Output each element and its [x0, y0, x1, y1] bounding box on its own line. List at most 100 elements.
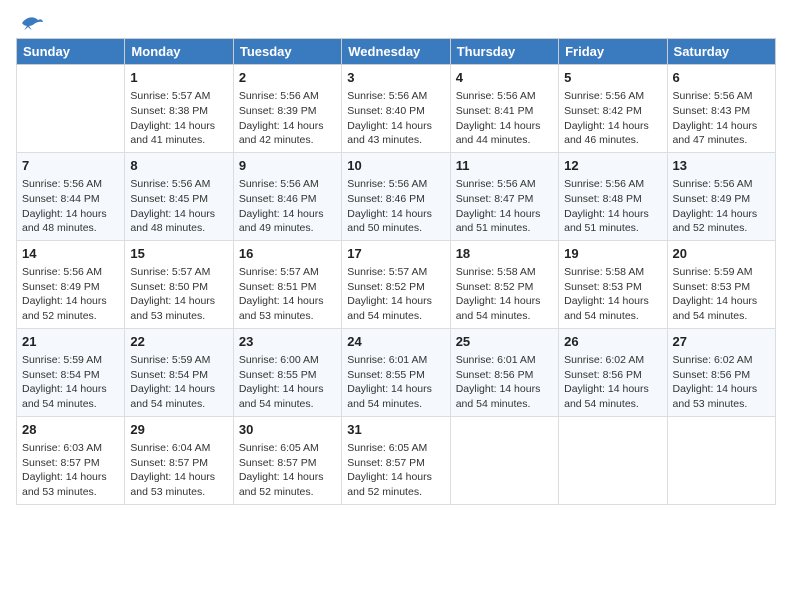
day-number: 22 [130, 333, 227, 351]
day-number: 15 [130, 245, 227, 263]
cell-content: Sunrise: 5:56 AM Sunset: 8:45 PM Dayligh… [130, 177, 227, 236]
calendar-cell [450, 416, 558, 504]
calendar-cell: 3 Sunrise: 5:56 AM Sunset: 8:40 PM Daylig… [342, 65, 450, 153]
calendar-cell: 1 Sunrise: 5:57 AM Sunset: 8:38 PM Daylig… [125, 65, 233, 153]
day-number: 21 [22, 333, 119, 351]
day-number: 24 [347, 333, 444, 351]
calendar-cell: 21 Sunrise: 5:59 AM Sunset: 8:54 PM Dayli… [17, 328, 125, 416]
weekday-header-thursday: Thursday [450, 39, 558, 65]
day-number: 7 [22, 157, 119, 175]
day-number: 6 [673, 69, 770, 87]
cell-content: Sunrise: 6:01 AM Sunset: 8:56 PM Dayligh… [456, 353, 553, 412]
calendar-cell: 28 Sunrise: 6:03 AM Sunset: 8:57 PM Dayli… [17, 416, 125, 504]
cell-content: Sunrise: 6:01 AM Sunset: 8:55 PM Dayligh… [347, 353, 444, 412]
calendar-cell: 7 Sunrise: 5:56 AM Sunset: 8:44 PM Daylig… [17, 152, 125, 240]
calendar-cell: 29 Sunrise: 6:04 AM Sunset: 8:57 PM Dayli… [125, 416, 233, 504]
cell-content: Sunrise: 6:05 AM Sunset: 8:57 PM Dayligh… [347, 441, 444, 500]
day-number: 29 [130, 421, 227, 439]
calendar-cell: 18 Sunrise: 5:58 AM Sunset: 8:52 PM Dayli… [450, 240, 558, 328]
cell-content: Sunrise: 5:56 AM Sunset: 8:41 PM Dayligh… [456, 89, 553, 148]
cell-content: Sunrise: 5:56 AM Sunset: 8:47 PM Dayligh… [456, 177, 553, 236]
calendar-cell: 2 Sunrise: 5:56 AM Sunset: 8:39 PM Daylig… [233, 65, 341, 153]
cell-content: Sunrise: 5:59 AM Sunset: 8:54 PM Dayligh… [22, 353, 119, 412]
calendar-cell: 12 Sunrise: 5:56 AM Sunset: 8:48 PM Dayli… [559, 152, 667, 240]
day-number: 2 [239, 69, 336, 87]
cell-content: Sunrise: 6:05 AM Sunset: 8:57 PM Dayligh… [239, 441, 336, 500]
cell-content: Sunrise: 5:56 AM Sunset: 8:39 PM Dayligh… [239, 89, 336, 148]
calendar-cell: 10 Sunrise: 5:56 AM Sunset: 8:46 PM Dayli… [342, 152, 450, 240]
calendar-cell: 17 Sunrise: 5:57 AM Sunset: 8:52 PM Dayli… [342, 240, 450, 328]
cell-content: Sunrise: 5:59 AM Sunset: 8:53 PM Dayligh… [673, 265, 770, 324]
day-number: 27 [673, 333, 770, 351]
day-number: 20 [673, 245, 770, 263]
calendar-cell: 31 Sunrise: 6:05 AM Sunset: 8:57 PM Dayli… [342, 416, 450, 504]
day-number: 12 [564, 157, 661, 175]
calendar-cell: 13 Sunrise: 5:56 AM Sunset: 8:49 PM Dayli… [667, 152, 775, 240]
logo-bird-icon [18, 16, 44, 36]
cell-content: Sunrise: 5:57 AM Sunset: 8:51 PM Dayligh… [239, 265, 336, 324]
day-number: 9 [239, 157, 336, 175]
calendar-cell: 6 Sunrise: 5:56 AM Sunset: 8:43 PM Daylig… [667, 65, 775, 153]
calendar-cell: 5Sunrise: 5:56 AM Sunset: 8:42 PM Daylig… [559, 65, 667, 153]
calendar-cell: 27 Sunrise: 6:02 AM Sunset: 8:56 PM Dayli… [667, 328, 775, 416]
calendar-cell: 8 Sunrise: 5:56 AM Sunset: 8:45 PM Daylig… [125, 152, 233, 240]
cell-content: Sunrise: 6:00 AM Sunset: 8:55 PM Dayligh… [239, 353, 336, 412]
day-number: 10 [347, 157, 444, 175]
day-number: 25 [456, 333, 553, 351]
cell-content: Sunrise: 5:56 AM Sunset: 8:49 PM Dayligh… [22, 265, 119, 324]
calendar-cell: 4Sunrise: 5:56 AM Sunset: 8:41 PM Daylig… [450, 65, 558, 153]
cell-content: Sunrise: 5:56 AM Sunset: 8:43 PM Dayligh… [673, 89, 770, 148]
calendar-cell: 15 Sunrise: 5:57 AM Sunset: 8:50 PM Dayli… [125, 240, 233, 328]
calendar-cell: 9 Sunrise: 5:56 AM Sunset: 8:46 PM Daylig… [233, 152, 341, 240]
day-number: 18 [456, 245, 553, 263]
cell-content: Sunrise: 5:56 AM Sunset: 8:46 PM Dayligh… [347, 177, 444, 236]
calendar-cell: 24 Sunrise: 6:01 AM Sunset: 8:55 PM Dayli… [342, 328, 450, 416]
cell-content: Sunrise: 5:57 AM Sunset: 8:38 PM Dayligh… [130, 89, 227, 148]
weekday-header-sunday: Sunday [17, 39, 125, 65]
cell-content: Sunrise: 6:03 AM Sunset: 8:57 PM Dayligh… [22, 441, 119, 500]
day-number: 11 [456, 157, 553, 175]
cell-content: Sunrise: 5:56 AM Sunset: 8:40 PM Dayligh… [347, 89, 444, 148]
day-number: 30 [239, 421, 336, 439]
day-number: 1 [130, 69, 227, 87]
day-number: 19 [564, 245, 661, 263]
calendar-cell: 23 Sunrise: 6:00 AM Sunset: 8:55 PM Dayli… [233, 328, 341, 416]
calendar-cell: 11 Sunrise: 5:56 AM Sunset: 8:47 PM Dayli… [450, 152, 558, 240]
day-number: 26 [564, 333, 661, 351]
calendar-cell: 20 Sunrise: 5:59 AM Sunset: 8:53 PM Dayli… [667, 240, 775, 328]
cell-content: Sunrise: 5:57 AM Sunset: 8:50 PM Dayligh… [130, 265, 227, 324]
calendar-cell: 14Sunrise: 5:56 AM Sunset: 8:49 PM Dayli… [17, 240, 125, 328]
cell-content: Sunrise: 5:56 AM Sunset: 8:48 PM Dayligh… [564, 177, 661, 236]
calendar-cell [17, 65, 125, 153]
calendar-cell: 19 Sunrise: 5:58 AM Sunset: 8:53 PM Dayli… [559, 240, 667, 328]
calendar-cell [559, 416, 667, 504]
day-number: 31 [347, 421, 444, 439]
day-number: 23 [239, 333, 336, 351]
day-number: 16 [239, 245, 336, 263]
weekday-header-saturday: Saturday [667, 39, 775, 65]
calendar-cell: 16 Sunrise: 5:57 AM Sunset: 8:51 PM Dayli… [233, 240, 341, 328]
cell-content: Sunrise: 6:04 AM Sunset: 8:57 PM Dayligh… [130, 441, 227, 500]
day-number: 8 [130, 157, 227, 175]
cell-content: Sunrise: 5:58 AM Sunset: 8:53 PM Dayligh… [564, 265, 661, 324]
day-number: 28 [22, 421, 119, 439]
cell-content: Sunrise: 6:02 AM Sunset: 8:56 PM Dayligh… [673, 353, 770, 412]
cell-content: Sunrise: 6:02 AM Sunset: 8:56 PM Dayligh… [564, 353, 661, 412]
weekday-header-monday: Monday [125, 39, 233, 65]
weekday-header-friday: Friday [559, 39, 667, 65]
weekday-header-wednesday: Wednesday [342, 39, 450, 65]
day-number: 3 [347, 69, 444, 87]
cell-content: Sunrise: 5:56 AM Sunset: 8:44 PM Dayligh… [22, 177, 119, 236]
day-number: 13 [673, 157, 770, 175]
cell-content: Sunrise: 5:58 AM Sunset: 8:52 PM Dayligh… [456, 265, 553, 324]
cell-content: Sunrise: 5:59 AM Sunset: 8:54 PM Dayligh… [130, 353, 227, 412]
cell-content: Sunrise: 5:57 AM Sunset: 8:52 PM Dayligh… [347, 265, 444, 324]
calendar-cell [667, 416, 775, 504]
cell-content: Sunrise: 5:56 AM Sunset: 8:49 PM Dayligh… [673, 177, 770, 236]
day-number: 17 [347, 245, 444, 263]
cell-content: Sunrise: 5:56 AM Sunset: 8:42 PM Dayligh… [564, 89, 661, 148]
calendar-cell: 30 Sunrise: 6:05 AM Sunset: 8:57 PM Dayli… [233, 416, 341, 504]
logo [16, 16, 44, 34]
cell-content: Sunrise: 5:56 AM Sunset: 8:46 PM Dayligh… [239, 177, 336, 236]
calendar-cell: 26 Sunrise: 6:02 AM Sunset: 8:56 PM Dayli… [559, 328, 667, 416]
